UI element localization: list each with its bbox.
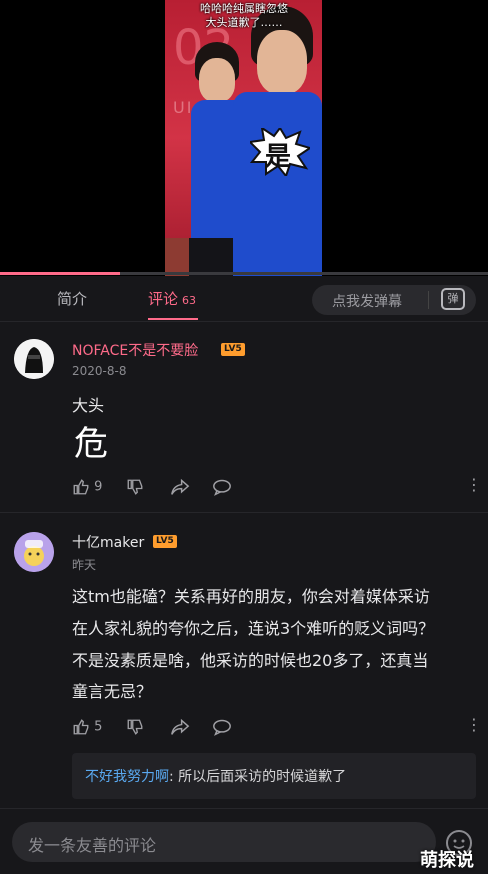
more-options-icon[interactable]: ⋮ (466, 477, 482, 493)
comment-text-line: 这tm也能磕？关系再好的朋友，你会对着媒体采访 (72, 587, 430, 606)
level-badge: LV5 (221, 343, 245, 356)
like-count: 5 (94, 719, 103, 735)
dislike-button[interactable] (126, 478, 144, 496)
reply-button[interactable] (212, 718, 232, 736)
share-icon (171, 718, 190, 735)
more-options-icon[interactable]: ⋮ (466, 717, 482, 733)
tab-intro-label: 简介 (57, 290, 88, 308)
reply-username[interactable]: 不好我努力啊 (85, 769, 169, 785)
video-subtitle-second: 大头道歉了…… (205, 16, 283, 29)
share-button[interactable] (170, 718, 190, 736)
share-icon (171, 478, 190, 495)
sticker-emoji: 危 (74, 424, 108, 464)
danmaku-placeholder[interactable]: 点我发弹幕 (332, 291, 402, 311)
reply-button[interactable] (212, 478, 232, 496)
like-button[interactable]: 5 (72, 718, 102, 736)
comment-text: 大头 (72, 396, 105, 415)
like-count: 9 (94, 479, 103, 495)
comment-date: 昨天 (72, 558, 97, 572)
like-button[interactable]: 9 (72, 478, 102, 496)
comment-username[interactable]: 十亿maker (72, 532, 144, 552)
comment-bubble-icon (213, 479, 231, 496)
comment-text-line: 不是没素质是啥，他采访的时候也20多了，还真当 (72, 651, 429, 670)
video-player[interactable]: 02 UI 哈哈哈纯属瞎忽悠 大头道歉了…… 是 (0, 0, 488, 276)
sticker-label: 是 (264, 142, 291, 172)
comment-username[interactable]: NOFACE不是不要脸 (72, 340, 198, 360)
thumbs-up-icon (73, 719, 89, 735)
reply-content: : 所以后面采访的时候道歉了 (169, 769, 347, 785)
tab-comments-label: 评论 (148, 290, 179, 308)
comment-divider (0, 512, 488, 513)
tab-comments[interactable]: 评论 63 (148, 288, 196, 309)
avatar[interactable] (14, 532, 54, 572)
comment-text-line: 童言无忌？ (72, 682, 153, 701)
tab-intro[interactable]: 简介 (57, 288, 87, 309)
reply-preview-text: 不好我努力啊: 所以后面采访的时候道歉了 (85, 766, 346, 786)
danmaku-toggle-icon[interactable]: 弹 (441, 288, 465, 310)
thumbs-down-icon (127, 479, 143, 495)
watermark: 萌探说 (420, 850, 474, 871)
comment-bubble-icon (213, 719, 231, 736)
tab-active-indicator (148, 318, 198, 320)
video-progress-fill (0, 272, 120, 275)
thumbs-up-icon (73, 479, 89, 495)
dislike-button[interactable] (126, 718, 144, 736)
comment-date: 2020-8-8 (72, 364, 127, 378)
thumbs-down-icon (127, 719, 143, 735)
level-badge: LV5 (153, 535, 177, 548)
danmaku-divider (428, 291, 429, 309)
comment-input-placeholder[interactable]: 发一条友善的评论 (28, 832, 156, 856)
comments-count: 63 (182, 294, 197, 307)
avatar[interactable] (14, 339, 54, 379)
share-button[interactable] (170, 478, 190, 496)
comment-text-line: 在人家礼貌的夸你之后，连说3个难听的贬义词吗？ (72, 619, 435, 638)
